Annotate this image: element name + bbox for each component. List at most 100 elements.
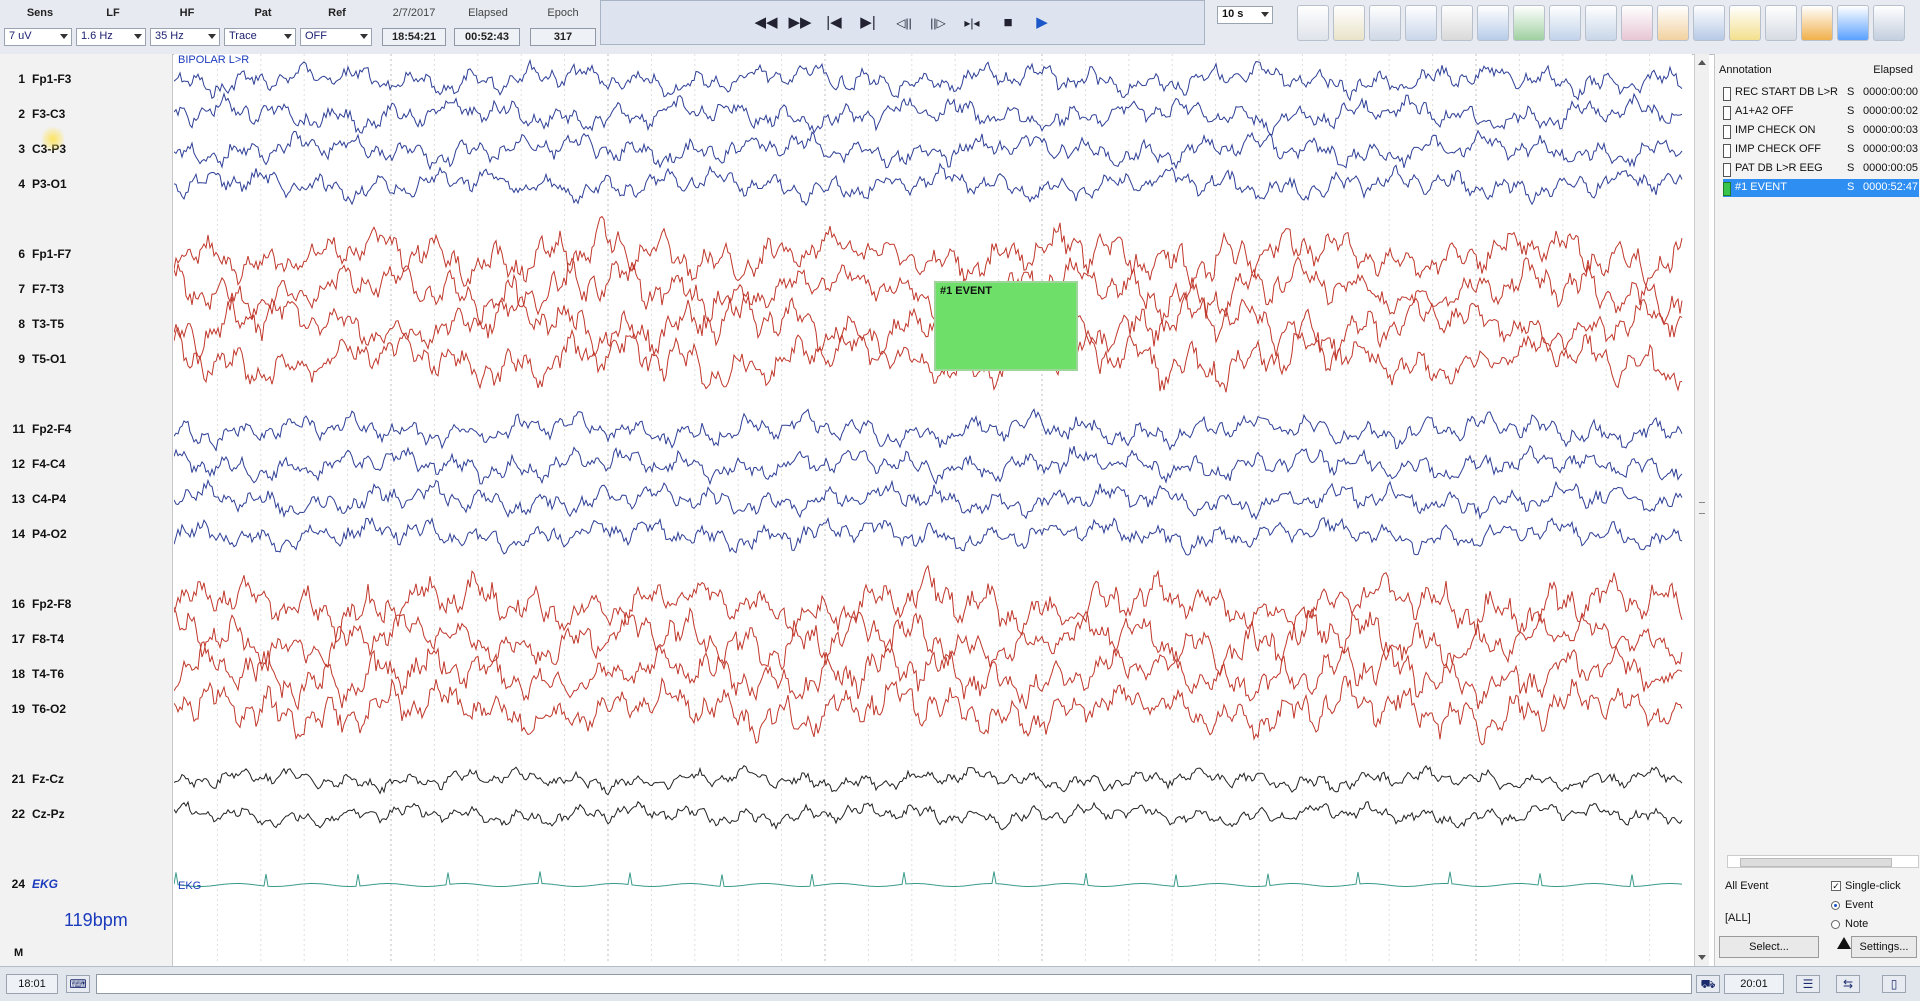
- car-icon[interactable]: ⛟: [1696, 975, 1720, 993]
- channel-label[interactable]: 17 F8-T4: [0, 632, 170, 652]
- channel-label[interactable]: 12 F4-C4: [0, 457, 170, 477]
- eeg-trace: [174, 800, 1683, 831]
- scroll-grip-icon[interactable]: [1699, 502, 1705, 514]
- page-icon[interactable]: [1765, 5, 1797, 41]
- channel-label[interactable]: 24 EKG: [0, 877, 170, 897]
- monitor-icon[interactable]: [1477, 5, 1509, 41]
- stop-button[interactable]: ■: [995, 12, 1021, 34]
- channel-number: 16: [11, 597, 25, 611]
- eeg-trace-area[interactable]: [174, 54, 1692, 964]
- annotation-color-box: [1723, 182, 1731, 196]
- timebase-select[interactable]: 10 s: [1217, 6, 1273, 24]
- scroll-down-icon[interactable]: [1698, 955, 1706, 960]
- channel-label[interactable]: 11 Fp2-F4: [0, 422, 170, 442]
- channel-label[interactable]: 18 T4-T6: [0, 667, 170, 687]
- channel-label[interactable]: 22 Cz-Pz: [0, 807, 170, 827]
- event-marker[interactable]: #1 EVENT: [934, 281, 1078, 371]
- annotation-row[interactable]: #1 EVENT S 0000:52:47: [1723, 179, 1919, 197]
- channel-number: 8: [18, 317, 25, 331]
- event-radio[interactable]: [1831, 901, 1840, 910]
- triangle-up-icon[interactable]: [1837, 937, 1851, 949]
- annotation-row[interactable]: A1+A2 OFF S 0000:00:02: [1723, 103, 1919, 121]
- skip-start-button[interactable]: |◀: [821, 12, 847, 34]
- channel-number: 21: [11, 772, 25, 786]
- skip-end-button[interactable]: ▶|: [855, 12, 881, 34]
- lf-select[interactable]: 1.6 Hz: [76, 28, 146, 46]
- annotation-row[interactable]: IMP CHECK OFF S 0000:00:03: [1723, 141, 1919, 159]
- channel-label[interactable]: 3C3-P3: [0, 142, 170, 162]
- channel-label[interactable]: 16 Fp2-F8: [0, 597, 170, 617]
- note-radio[interactable]: [1831, 920, 1840, 929]
- rewind-button[interactable]: ◀◀: [753, 12, 779, 34]
- select-button[interactable]: Select...: [1719, 936, 1819, 958]
- montage-icon[interactable]: ☰: [1796, 975, 1820, 993]
- channel-label[interactable]: 19 T6-O2: [0, 702, 170, 722]
- collapse-button[interactable]: ▸|◂: [959, 12, 985, 34]
- channel-label[interactable]: 7 F7-T3: [0, 282, 170, 302]
- map-icon[interactable]: [1837, 5, 1869, 41]
- pat-select[interactable]: Trace: [224, 28, 296, 46]
- event-radio-label: Event: [1845, 899, 1874, 911]
- eeg-trace: [174, 765, 1683, 796]
- command-input[interactable]: [96, 974, 1692, 994]
- eeg-trace: [174, 162, 1683, 207]
- layout-icon[interactable]: ⇆: [1836, 975, 1860, 993]
- ruler-icon[interactable]: [1693, 5, 1725, 41]
- channel-name: EKG: [32, 877, 59, 891]
- sens-select[interactable]: 7 uV: [4, 28, 72, 46]
- target-icon[interactable]: [1369, 5, 1401, 41]
- keyboard-icon[interactable]: ⌨: [66, 975, 90, 993]
- channel-label[interactable]: 21 Fz-Cz: [0, 772, 170, 792]
- fast-forward-button[interactable]: ▶▶: [787, 12, 813, 34]
- channel-name: Fp2-F4: [32, 422, 72, 436]
- scroll-thumb[interactable]: [1740, 858, 1892, 867]
- vertical-scrollbar[interactable]: [1694, 54, 1709, 966]
- annotation-horizontal-scrollbar[interactable]: [1727, 855, 1919, 868]
- toolbar: 10 s: [1213, 2, 1913, 44]
- annotation-row[interactable]: IMP CHECK ON S 0000:00:03: [1723, 122, 1919, 140]
- channel-name: F3-C3: [32, 107, 66, 121]
- figure-icon[interactable]: [1405, 5, 1437, 41]
- annotation-row[interactable]: REC START DB L>R S 0000:00:00: [1723, 84, 1919, 102]
- channel-label[interactable]: 13 C4-P4: [0, 492, 170, 512]
- channel-label[interactable]: 9 T5-O1: [0, 352, 170, 372]
- play-button[interactable]: ▶: [1029, 12, 1055, 34]
- channel-label[interactable]: 4 P3-O1: [0, 177, 170, 197]
- elapsed-column-header: Elapsed: [1873, 64, 1913, 76]
- wave-icon[interactable]: [1873, 5, 1905, 41]
- filter-value[interactable]: [ALL]: [1725, 912, 1751, 924]
- pen-icon[interactable]: [1333, 5, 1365, 41]
- channel-label[interactable]: 1 Fp1-F3: [0, 72, 170, 92]
- folder-icon[interactable]: [1729, 5, 1761, 41]
- channel-label[interactable]: 2 F3-C3: [0, 107, 170, 127]
- channel-number: 9: [18, 352, 25, 366]
- settings-button[interactable]: Settings...: [1851, 936, 1917, 958]
- scroll-up-icon[interactable]: [1698, 60, 1706, 65]
- print-icon[interactable]: [1441, 5, 1473, 41]
- channel-number: 17: [11, 632, 25, 646]
- single-click-checkbox[interactable]: ✓: [1831, 881, 1841, 891]
- document-icon[interactable]: [1621, 5, 1653, 41]
- channel-label[interactable]: 6 Fp1-F7: [0, 247, 170, 267]
- panel-toggle-icon[interactable]: ▯: [1882, 975, 1906, 993]
- marker-icon[interactable]: [1657, 5, 1689, 41]
- event-marker-label: #1 EVENT: [940, 285, 992, 297]
- channel-name: T5-O1: [32, 352, 67, 366]
- ref-select[interactable]: OFF: [300, 28, 372, 46]
- chart-icon[interactable]: [1549, 5, 1581, 41]
- annotation-row[interactable]: PAT DB L>R EEG S 0000:00:05: [1723, 160, 1919, 178]
- zoom-icon[interactable]: [1585, 5, 1617, 41]
- channel-name: Fp1-F3: [32, 72, 72, 86]
- channel-label[interactable]: 8 T3-T5: [0, 317, 170, 337]
- new-page-icon[interactable]: [1297, 5, 1329, 41]
- epoch-value[interactable]: 317: [530, 28, 596, 46]
- tree-icon[interactable]: [1513, 5, 1545, 41]
- channel-number: 14: [11, 527, 25, 541]
- head-icon[interactable]: [1801, 5, 1833, 41]
- channel-label[interactable]: 14 P4-O2: [0, 527, 170, 547]
- step-back-button[interactable]: ◁||: [891, 12, 917, 34]
- window-start-time: 18:01: [6, 974, 58, 994]
- step-forward-button[interactable]: ||▷: [925, 12, 951, 34]
- timebase-value: 10 s: [1222, 8, 1244, 20]
- hf-select[interactable]: 35 Hz: [150, 28, 220, 46]
